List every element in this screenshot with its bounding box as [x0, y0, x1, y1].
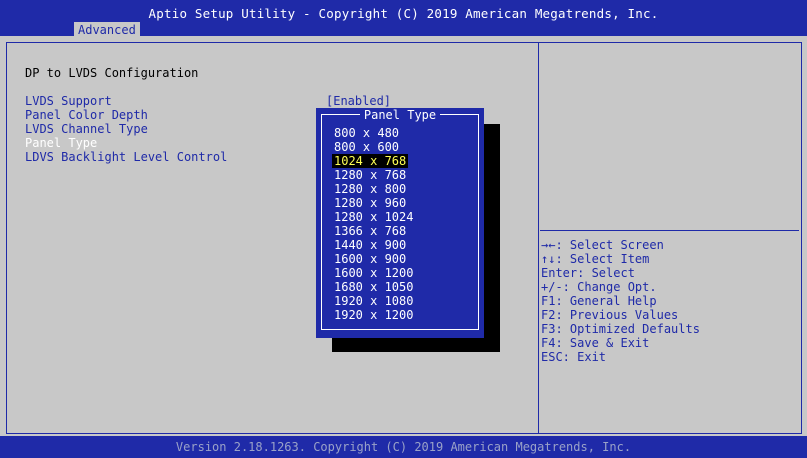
help-change-opt: +/-: Change Opt.	[541, 280, 657, 294]
panel-type-option[interactable]: 1280 x 800	[332, 182, 408, 196]
app-title: Aptio Setup Utility - Copyright (C) 2019…	[148, 6, 659, 21]
setting-lvds-support[interactable]: LVDS Support	[25, 94, 112, 108]
panel-type-option[interactable]: 800 x 480	[332, 126, 401, 140]
panel-type-option[interactable]: 1280 x 960	[332, 196, 408, 210]
help-optimized-defaults: F3: Optimized Defaults	[541, 322, 700, 336]
popup-title: Panel Type	[359, 108, 441, 122]
help-esc-exit: ESC: Exit	[541, 350, 607, 364]
help-enter-select: Enter: Select	[541, 266, 635, 280]
panel-type-option[interactable]: 1920 x 1200	[332, 308, 415, 322]
help-save-exit: F4: Save & Exit	[541, 336, 650, 350]
header-bar: Aptio Setup Utility - Copyright (C) 2019…	[0, 0, 807, 38]
setting-backlight-level-control[interactable]: LDVS Backlight Level Control	[25, 150, 227, 164]
panel-type-option-highlighted[interactable]: 1024 x 768	[332, 154, 409, 168]
panel-type-option[interactable]: 1600 x 900	[332, 252, 408, 266]
setting-panel-color-depth[interactable]: Panel Color Depth	[25, 108, 148, 122]
help-previous-values: F2: Previous Values	[541, 308, 679, 322]
footer-version: Version 2.18.1263. Copyright (C) 2019 Am…	[175, 440, 632, 454]
setting-lvds-support-value[interactable]: [Enabled]	[326, 94, 391, 108]
section-title: DP to LVDS Configuration	[25, 66, 199, 80]
panel-type-option[interactable]: 800 x 600	[332, 140, 401, 154]
footer-bar: Version 2.18.1263. Copyright (C) 2019 Am…	[0, 436, 807, 458]
help-select-item: ↑↓: Select Item	[541, 252, 650, 266]
panel-type-option[interactable]: 1280 x 768	[332, 168, 408, 182]
panel-type-option[interactable]: 1280 x 1024	[332, 210, 415, 224]
help-select-screen: →←: Select Screen	[541, 238, 664, 252]
panel-type-option[interactable]: 1366 x 768	[332, 224, 408, 238]
help-general-help: F1: General Help	[541, 294, 657, 308]
panel-type-option[interactable]: 1440 x 900	[332, 238, 408, 252]
setting-panel-type[interactable]: Panel Type	[25, 136, 97, 150]
panel-type-option[interactable]: 1600 x 1200	[332, 266, 415, 280]
panel-type-popup: Panel Type 800 x 480 800 x 600 1024 x 76…	[316, 108, 484, 338]
panel-type-option[interactable]: 1920 x 1080	[332, 294, 415, 308]
setting-lvds-channel-type[interactable]: LVDS Channel Type	[25, 122, 148, 136]
panel-type-option[interactable]: 1680 x 1050	[332, 280, 415, 294]
main-panel: DP to LVDS Configuration LVDS Support [E…	[0, 36, 807, 436]
help-divider	[540, 230, 799, 231]
